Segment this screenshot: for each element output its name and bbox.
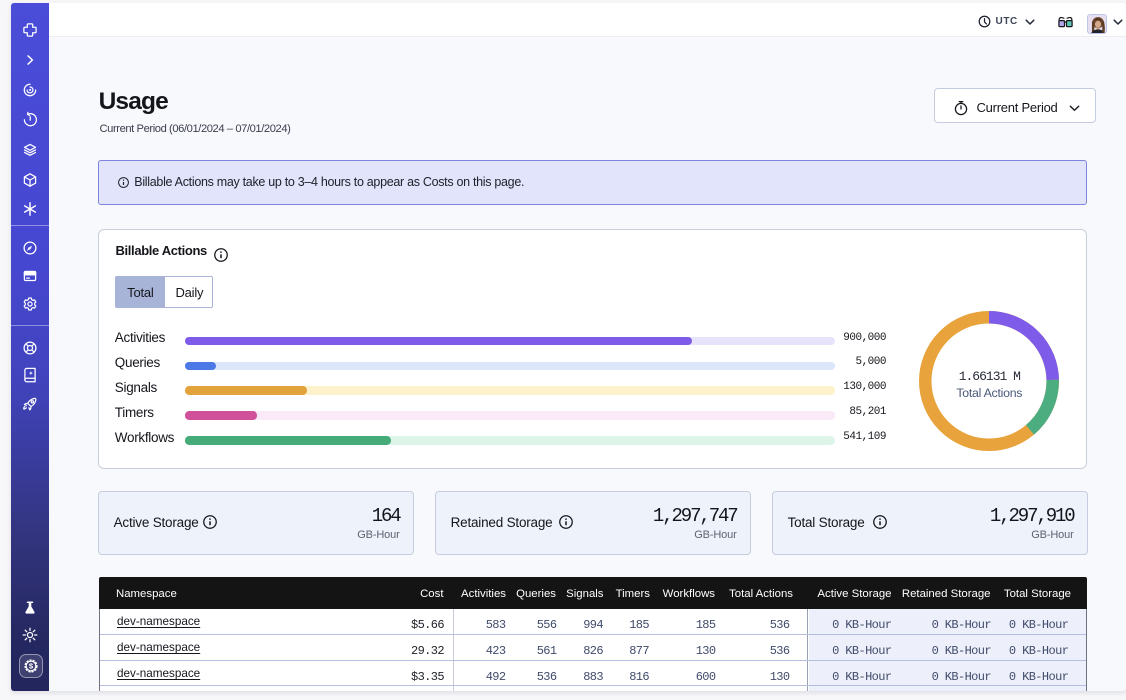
svg-text:$: $ bbox=[29, 662, 34, 671]
